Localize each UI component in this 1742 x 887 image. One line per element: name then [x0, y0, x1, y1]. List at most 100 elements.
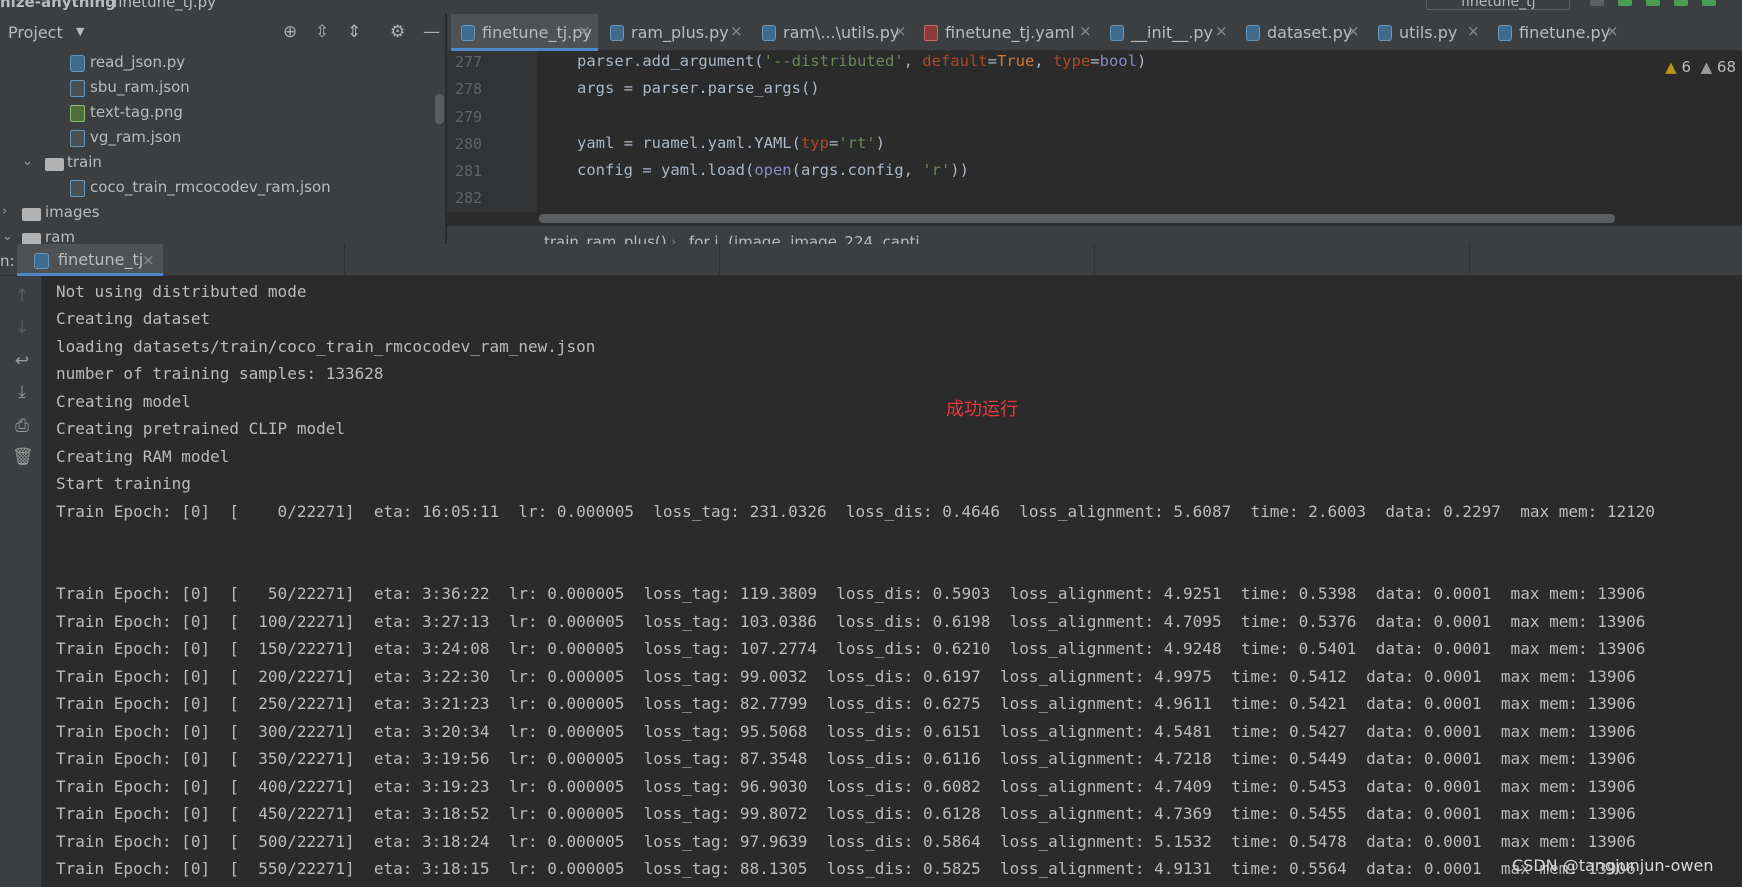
tab-label: utils.py — [1399, 23, 1458, 42]
build-icon[interactable] — [1590, 0, 1604, 6]
python-file-icon — [34, 253, 49, 269]
console-line: number of training samples: 133628 — [56, 364, 384, 383]
console-line: Train Epoch: [0] [ 500/22271] eta: 3:18:… — [56, 832, 1636, 851]
folder-icon — [22, 233, 41, 244]
run-panel-label: n: — [0, 252, 15, 270]
hide-panel-icon[interactable]: — — [423, 24, 440, 41]
tree-item-ram-folder[interactable]: ⌄ ram — [0, 226, 440, 244]
folder-icon — [45, 158, 64, 171]
project-panel: Project ▼ ⊕ ⇳ ⇕ ⚙ — read_json.py sbu_ram… — [0, 14, 446, 244]
tab-init-py[interactable]: __init__.py × — [1100, 14, 1234, 51]
console-line: Train Epoch: [0] [ 0/22271] eta: 16:05:1… — [56, 502, 1656, 521]
file-breadcrumb[interactable]: finetune_tj.py — [113, 0, 216, 11]
close-icon[interactable]: × — [894, 22, 907, 40]
tree-item-label: train — [67, 153, 102, 171]
run-toolbar: ↑ ↓ ↩ ⤓ ⎙ 🗑 — [0, 276, 42, 887]
watermark: CSDN @tangjunjun-owen — [1512, 856, 1714, 875]
python-file-icon — [461, 25, 475, 41]
inspection-widget[interactable]: ▲ 6 ▲ 68 — [1665, 58, 1736, 76]
tab-label: finetune_tj.yaml — [945, 23, 1075, 42]
tree-item-coco-train[interactable]: coco_train_rmcocodev_ram.json — [0, 176, 440, 201]
tab-run-finetune-tj[interactable]: finetune_tj × — [17, 244, 163, 276]
header-divider — [344, 244, 345, 276]
close-icon[interactable]: × — [578, 22, 591, 40]
python-file-icon — [1378, 25, 1392, 41]
tab-finetune-tj-py[interactable]: finetune_tj.py × — [451, 14, 598, 51]
console-line: Train Epoch: [0] [ 550/22271] eta: 3:18:… — [56, 859, 1636, 878]
line-number: 281 — [455, 162, 483, 180]
close-icon[interactable]: × — [1215, 22, 1228, 40]
tab-ram-plus-py[interactable]: ram_plus.py × — [600, 14, 750, 51]
tab-dataset-py[interactable]: dataset.py × — [1236, 14, 1366, 51]
editor-tab-bar: finetune_tj.py × ram_plus.py × ram\...\u… — [447, 14, 1742, 51]
chevron-down-icon[interactable]: ⌄ — [2, 229, 13, 244]
editor-horizontal-scrollbar[interactable] — [539, 214, 1615, 223]
arrow-down-icon[interactable]: ↓ — [12, 318, 32, 338]
gear-icon[interactable]: ⚙ — [390, 24, 405, 41]
console-line: Creating pretrained CLIP model — [56, 419, 345, 438]
arrow-up-icon[interactable]: ↑ — [12, 286, 32, 306]
warning-icon: ▲ — [1665, 58, 1677, 76]
tree-item-vg-ram[interactable]: vg_ram.json — [0, 126, 440, 151]
close-icon[interactable]: × — [730, 22, 743, 40]
soft-wrap-icon[interactable]: ↩ — [12, 351, 32, 371]
tree-item-train-folder[interactable]: ⌄ train — [0, 151, 440, 176]
header-divider — [1469, 244, 1470, 276]
project-breadcrumb[interactable]: nize-anything — [0, 0, 116, 11]
profile-icon[interactable] — [1702, 0, 1716, 6]
tab-utils-py[interactable]: utils.py × — [1368, 14, 1486, 51]
tab-label: dataset.py — [1267, 23, 1353, 42]
console-line: loading datasets/train/coco_train_rmcoco… — [56, 337, 596, 356]
run-configuration-select[interactable]: finetune_tj — [1426, 0, 1570, 10]
run-console[interactable]: Not using distributed mode Creating data… — [43, 276, 1742, 887]
json-file-icon — [70, 80, 85, 97]
locate-file-icon[interactable]: ⊕ — [283, 24, 297, 41]
project-panel-header: Project ▼ ⊕ ⇳ ⇕ ⚙ — — [0, 14, 446, 51]
chevron-down-icon[interactable]: ▼ — [76, 25, 84, 38]
tree-item-label: coco_train_rmcocodev_ram.json — [90, 178, 331, 196]
code-line[interactable]: config = yaml.load(open(args.config, 'r'… — [577, 161, 969, 179]
tab-finetune-tj-yaml[interactable]: finetune_tj.yaml × — [914, 14, 1098, 51]
tree-item-read-json[interactable]: read_json.py — [0, 51, 440, 76]
chevron-right-icon[interactable]: › — [2, 204, 7, 219]
close-icon[interactable]: × — [1347, 22, 1360, 40]
tree-item-images-folder[interactable]: › images — [0, 201, 440, 226]
tree-item-label: text-tag.png — [90, 103, 183, 121]
code-line[interactable]: parser.add_argument('--distributed', def… — [577, 52, 1146, 70]
tab-ram-utils-py[interactable]: ram\...\utils.py × — [752, 14, 912, 51]
python-file-icon — [762, 25, 776, 41]
project-tree-scrollbar[interactable] — [435, 94, 444, 124]
python-file-icon — [1246, 25, 1260, 41]
coverage-icon[interactable] — [1674, 0, 1688, 6]
debug-icon[interactable] — [1646, 0, 1660, 6]
header-divider — [1094, 244, 1095, 276]
project-view-title[interactable]: Project — [8, 23, 63, 42]
print-icon[interactable]: ⎙ — [12, 416, 32, 436]
tree-item-text-tag[interactable]: text-tag.png — [0, 101, 440, 126]
code-line[interactable]: yaml = ruamel.yaml.YAML(typ='rt') — [577, 134, 885, 152]
close-icon[interactable]: × — [1079, 22, 1092, 40]
scroll-to-end-icon[interactable]: ⤓ — [12, 382, 32, 402]
close-icon[interactable]: × — [1467, 22, 1480, 40]
run-icon[interactable] — [1618, 0, 1632, 6]
folder-icon — [22, 208, 41, 221]
close-icon[interactable]: × — [142, 251, 155, 269]
tab-label: ram_plus.py — [631, 23, 729, 42]
python-file-icon — [70, 55, 85, 72]
warning-count: 6 — [1681, 58, 1692, 76]
chevron-down-icon[interactable]: ⌄ — [22, 154, 33, 169]
tree-item-label: ram — [45, 228, 75, 244]
trash-icon[interactable]: 🗑 — [12, 447, 34, 467]
line-number: 277 — [455, 53, 483, 71]
line-number-gutter: 277 278 279 280 281 282 — [447, 51, 537, 212]
code-editor[interactable]: parser.add_argument('--distributed', def… — [537, 51, 1742, 212]
tab-finetune-py[interactable]: finetune.py × — [1488, 14, 1625, 51]
expand-all-icon[interactable]: ⇳ — [315, 24, 329, 41]
close-icon[interactable]: × — [1606, 22, 1619, 40]
console-line: Not using distributed mode — [56, 282, 307, 301]
run-tab-label: finetune_tj — [58, 250, 144, 269]
weak-warning-icon: ▲ — [1700, 58, 1713, 76]
collapse-all-icon[interactable]: ⇕ — [347, 24, 361, 41]
code-line[interactable]: args = parser.parse_args() — [577, 79, 820, 97]
tree-item-sbu-ram[interactable]: sbu_ram.json — [0, 76, 440, 101]
